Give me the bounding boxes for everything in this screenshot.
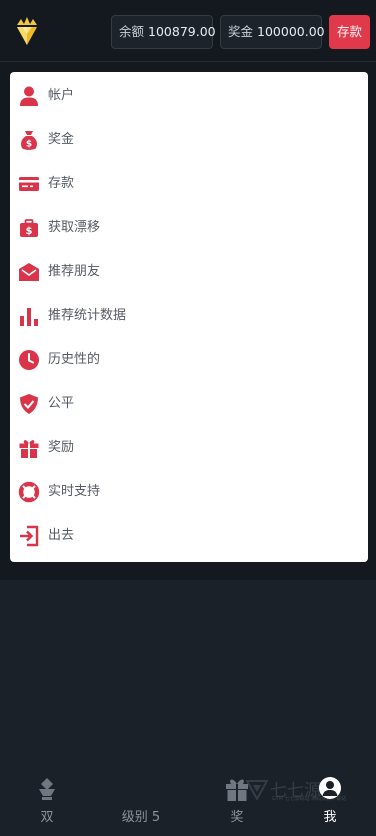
nav-item-prize[interactable]: 奖 (206, 770, 268, 836)
menu-item-label: 奖励 (48, 440, 75, 455)
menu-item-label: 奖金 (48, 132, 75, 147)
top-bar: 余额 100879.00 奖金 100000.00 存款 (0, 0, 376, 62)
gift-icon (19, 440, 39, 458)
menu-item-refer-friend[interactable]: 推荐朋友 (10, 250, 368, 294)
menu-item-label: 获取漂移 (48, 220, 101, 235)
balance-value: 100879.00 (148, 24, 216, 39)
menu-item-bonus[interactable]: $ 奖金 (10, 118, 368, 162)
menu-item-label: 历史性的 (48, 352, 101, 367)
bonus-label: 奖金 (228, 24, 254, 39)
nav-item-double[interactable]: 双 (16, 770, 78, 836)
sign-out-icon (20, 525, 39, 547)
menu-item-label: 推荐朋友 (48, 264, 101, 279)
nav-label: 我 (323, 810, 337, 825)
money-bag-icon: $ (21, 131, 37, 150)
svg-text:$: $ (26, 226, 33, 237)
user-icon (20, 86, 38, 106)
gift-icon (226, 779, 248, 801)
deposit-button[interactable]: 存款 (329, 15, 370, 49)
avatar-icon (319, 777, 341, 799)
nav-label: 奖 (230, 810, 244, 825)
svg-text:$: $ (26, 140, 32, 150)
account-menu: 帐户 $ 奖金 存款 $ 获取漂移 推荐朋友 推荐统计数据 历史性的 公平 奖励… (10, 72, 368, 562)
credit-card-icon (19, 177, 39, 191)
menu-item-logout[interactable]: 出去 (10, 514, 368, 558)
bar-chart-icon (20, 308, 38, 326)
menu-item-label: 推荐统计数据 (48, 308, 127, 323)
envelope-icon (19, 263, 39, 281)
nav-item-me[interactable]: 我 (300, 770, 360, 836)
menu-item-label: 出去 (48, 528, 75, 543)
dollar-briefcase-icon: $ (20, 219, 38, 237)
menu-item-rewards[interactable]: 奖励 (10, 426, 368, 470)
menu-item-live-support[interactable]: 实时支持 (10, 470, 368, 514)
menu-item-label: 公平 (48, 396, 75, 411)
diamond-cup-icon (39, 778, 55, 800)
nav-label: 双 (40, 810, 54, 825)
bottom-nav: 双 级别 5 奖 我 (0, 770, 376, 836)
menu-item-fairness[interactable]: 公平 (10, 382, 368, 426)
bonus-value: 100000.00 (257, 24, 325, 39)
menu-item-label: 帐户 (48, 88, 75, 103)
balance-chip[interactable]: 余额 100879.00 (111, 15, 216, 49)
nav-label: 级别 5 (121, 810, 161, 825)
menu-item-account[interactable]: 帐户 (10, 74, 368, 118)
menu-item-label: 实时支持 (48, 484, 101, 499)
menu-item-label: 存款 (48, 176, 75, 191)
menu-item-history[interactable]: 历史性的 (10, 338, 368, 382)
clock-icon (19, 350, 39, 370)
bonus-chip[interactable]: 奖金 100000.00 (220, 15, 325, 49)
shield-check-icon (20, 394, 38, 414)
balance-label: 余额 (119, 24, 145, 39)
nav-item-level[interactable]: 级别 5 (110, 770, 172, 836)
lifebuoy-icon (18, 481, 40, 503)
menu-item-withdraw[interactable]: $ 获取漂移 (10, 206, 368, 250)
menu-item-deposit[interactable]: 存款 (10, 162, 368, 206)
logo-gem-icon[interactable] (14, 15, 40, 47)
menu-item-referral-stats[interactable]: 推荐统计数据 (10, 294, 368, 338)
